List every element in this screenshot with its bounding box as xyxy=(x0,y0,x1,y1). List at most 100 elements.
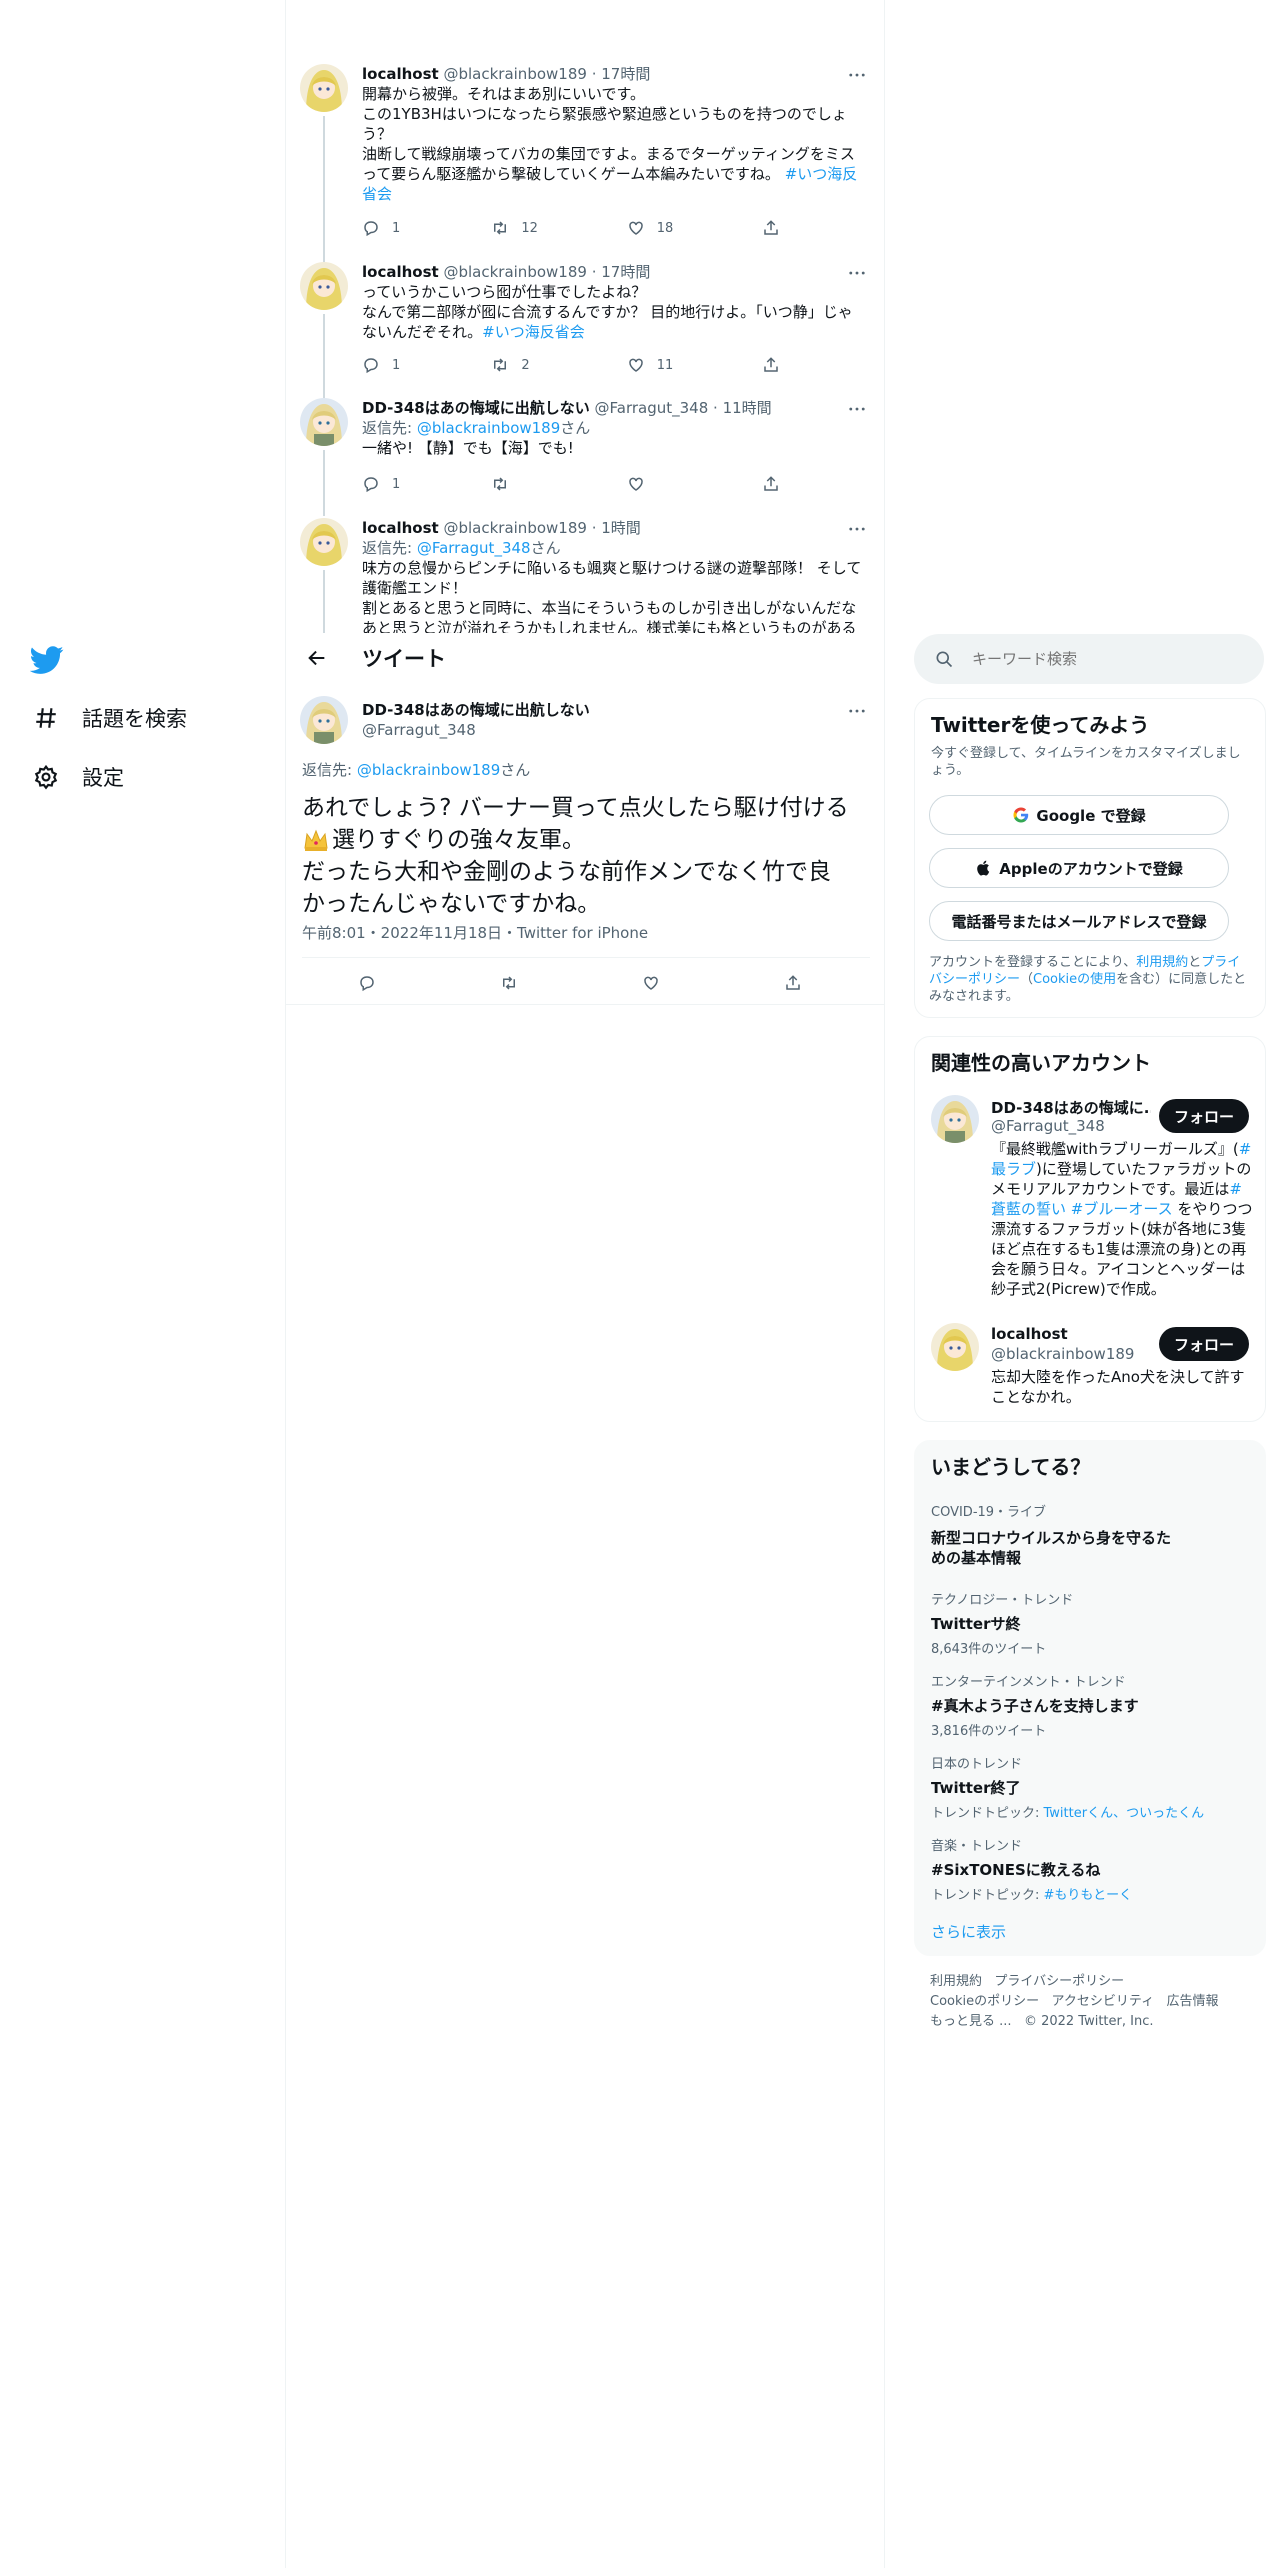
tweet-author-name[interactable]: DD-348はあの悔域に出航しない xyxy=(362,700,590,720)
tweet-author-handle[interactable]: @blackrainbow189 xyxy=(443,519,586,537)
trend-item[interactable]: COVID-19・ライブ 新型コロナウイルスから身を守るための基本情報 xyxy=(931,1501,1231,1568)
tweet-author-handle[interactable]: @Farragut_348 xyxy=(362,720,590,740)
tweet-timestamp[interactable]: 11時間 xyxy=(723,399,772,417)
avatar[interactable] xyxy=(931,1095,979,1143)
more-options-icon[interactable] xyxy=(846,700,868,722)
share-button[interactable] xyxy=(762,475,792,493)
nav-item-settings[interactable]: 設定 xyxy=(30,757,124,797)
search-box xyxy=(914,634,1264,684)
footer-link[interactable]: Cookieのポリシー xyxy=(930,1994,1039,2009)
more-options-icon[interactable] xyxy=(846,518,868,540)
more-options-icon[interactable] xyxy=(846,398,868,420)
footer-more-link[interactable]: もっと見る ... xyxy=(930,2014,1012,2029)
retweet-button[interactable]: 2 xyxy=(491,356,626,374)
trend-topic-link[interactable]: Twitterくん、ついったくん xyxy=(1044,1806,1205,1821)
page-title: ツイート xyxy=(362,647,446,671)
tweet-author-handle[interactable]: @blackrainbow189 xyxy=(443,65,586,83)
back-arrow-icon[interactable] xyxy=(302,643,332,673)
footer-link[interactable]: プライバシーポリシー xyxy=(994,1974,1124,1989)
phone-email-signup-button[interactable]: 電話番号またはメールアドレスで登録 xyxy=(929,901,1229,941)
apple-signup-button[interactable]: Appleのアカウントで登録 xyxy=(929,848,1229,888)
retweet-button[interactable] xyxy=(491,475,626,493)
show-more-link[interactable]: さらに表示 xyxy=(931,1921,1006,1942)
hashtag-link[interactable]: #いつ海反省会 xyxy=(482,323,585,341)
trend-category: COVID-19・ライブ xyxy=(931,1505,1047,1520)
account-handle[interactable]: @Farragut_348 xyxy=(991,1117,1105,1135)
avatar[interactable] xyxy=(300,696,348,744)
tweet-timestamp[interactable]: 午前8:01・2022年11月18日・Twitter for iPhone xyxy=(302,922,648,943)
trend-category: 日本のトレンド xyxy=(931,1757,1023,1772)
avatar[interactable] xyxy=(300,64,348,112)
trend-item[interactable]: エンターテインメント・トレンド #真木よう子さんを支持します 3,816件のツイ… xyxy=(931,1671,1231,1739)
more-options-icon[interactable] xyxy=(846,64,868,86)
share-icon xyxy=(764,220,778,235)
account-name[interactable]: DD-348はあの悔域に... xyxy=(991,1097,1151,1118)
tweet-actions: 1 2 11 xyxy=(362,356,792,374)
twitter-logo-icon[interactable] xyxy=(29,643,70,679)
cookie-link[interactable]: Cookieの使用 xyxy=(1033,972,1116,987)
footer-link[interactable]: 利用規約 xyxy=(930,1974,982,1989)
follow-button[interactable]: フォロー xyxy=(1159,1099,1249,1133)
like-button[interactable] xyxy=(627,475,762,493)
account-handle[interactable]: @blackrainbow189 xyxy=(991,1345,1134,1363)
reply-button[interactable]: 1 xyxy=(362,475,491,493)
trend-topics: トレンドトピック: #もりもとーく xyxy=(931,1888,1133,1903)
thread-connector xyxy=(323,314,325,398)
thread-tweet[interactable]: localhost @blackrainbow189 · 1時間 返信先: @F… xyxy=(362,518,862,633)
avatar[interactable] xyxy=(300,518,348,566)
tweet-author-handle[interactable]: @Farragut_348 xyxy=(595,399,709,417)
reply-button[interactable] xyxy=(358,974,388,992)
retweet-button[interactable]: 12 xyxy=(491,219,626,237)
retweet-icon xyxy=(494,358,507,372)
tweet-text: 味方の怠慢からピンチに陥いるも颯爽と駆けつける謎の遊撃部隊！ そして 護衛艦エン… xyxy=(362,559,862,633)
reply-icon xyxy=(364,358,378,374)
tweet-author-name[interactable]: DD-348はあの悔域に出航しない xyxy=(362,399,590,417)
tweet-author-name[interactable]: localhost xyxy=(362,263,439,281)
reply-to-link[interactable]: @blackrainbow189 xyxy=(357,761,500,779)
share-button[interactable] xyxy=(762,356,792,374)
share-button[interactable] xyxy=(784,974,814,992)
like-button[interactable]: 11 xyxy=(627,356,762,374)
trend-topic-link[interactable]: #もりもとーく xyxy=(1044,1888,1133,1903)
follow-button[interactable]: フォロー xyxy=(1159,1327,1249,1361)
tweet-author-name[interactable]: localhost xyxy=(362,519,439,537)
trend-item[interactable]: テクノロジー・トレンド Twitterサ終 8,643件のツイート xyxy=(931,1589,1231,1657)
tweet-timestamp[interactable]: 17時間 xyxy=(601,263,650,281)
trend-item[interactable]: 音楽・トレンド #SixTONESに教えるね トレンドトピック: #もりもとーく xyxy=(931,1835,1251,1903)
hashtag-link[interactable]: #ブルーオース xyxy=(1071,1200,1173,1218)
tweet-timestamp[interactable]: 1時間 xyxy=(601,519,641,537)
card-title: いまどうしてる？ xyxy=(931,1455,1091,1479)
hashtag-link[interactable]: 省会 xyxy=(362,184,862,204)
reply-icon xyxy=(360,976,374,992)
avatar[interactable] xyxy=(300,398,348,446)
nav-item-explore[interactable]: 話題を検索 xyxy=(30,698,187,738)
like-button[interactable]: 18 xyxy=(627,219,762,237)
share-button[interactable] xyxy=(762,219,792,237)
divider xyxy=(286,1004,884,1005)
reply-button[interactable]: 1 xyxy=(362,356,491,374)
footer-link[interactable]: アクセシビリティ xyxy=(1052,1994,1155,2009)
avatar[interactable] xyxy=(300,262,348,310)
hashtag-link[interactable]: #いつ海反 xyxy=(785,165,858,183)
retweet-button[interactable] xyxy=(500,974,530,992)
reply-button[interactable]: 1 xyxy=(362,219,491,237)
like-button[interactable] xyxy=(642,974,672,992)
trend-category: 音楽・トレンド xyxy=(931,1839,1023,1854)
terms-link[interactable]: 利用規約 xyxy=(1136,955,1188,970)
reply-to-link[interactable]: @blackrainbow189 xyxy=(417,419,560,437)
tweet-author-name[interactable]: localhost xyxy=(362,65,439,83)
tweet-author-handle[interactable]: @blackrainbow189 xyxy=(443,263,586,281)
thread-tweet[interactable]: DD-348はあの悔域に出航しない @Farragut_348 · 11時間 返… xyxy=(362,398,862,458)
trend-item[interactable]: 日本のトレンド Twitter終了 トレンドトピック: Twitterくん、つい… xyxy=(931,1753,1251,1821)
google-signup-button[interactable]: Google で登録 xyxy=(929,795,1229,835)
footer-link[interactable]: 広告情報 xyxy=(1167,1994,1219,2009)
card-subtitle: 今すぐ登録して、タイムラインをカスタマイズしましょう。 xyxy=(931,746,1241,778)
avatar[interactable] xyxy=(931,1323,979,1371)
thread-tweet[interactable]: localhost @blackrainbow189 · 17時間 開幕から被弾… xyxy=(362,64,862,204)
account-name[interactable]: localhost xyxy=(991,1325,1068,1343)
tweet-timestamp[interactable]: 17時間 xyxy=(601,65,650,83)
reply-to-link[interactable]: @Farragut_348 xyxy=(417,539,531,557)
search-input[interactable] xyxy=(970,649,1244,669)
thread-tweet[interactable]: localhost @blackrainbow189 · 17時間 っていうかこ… xyxy=(362,262,862,342)
more-options-icon[interactable] xyxy=(846,262,868,284)
